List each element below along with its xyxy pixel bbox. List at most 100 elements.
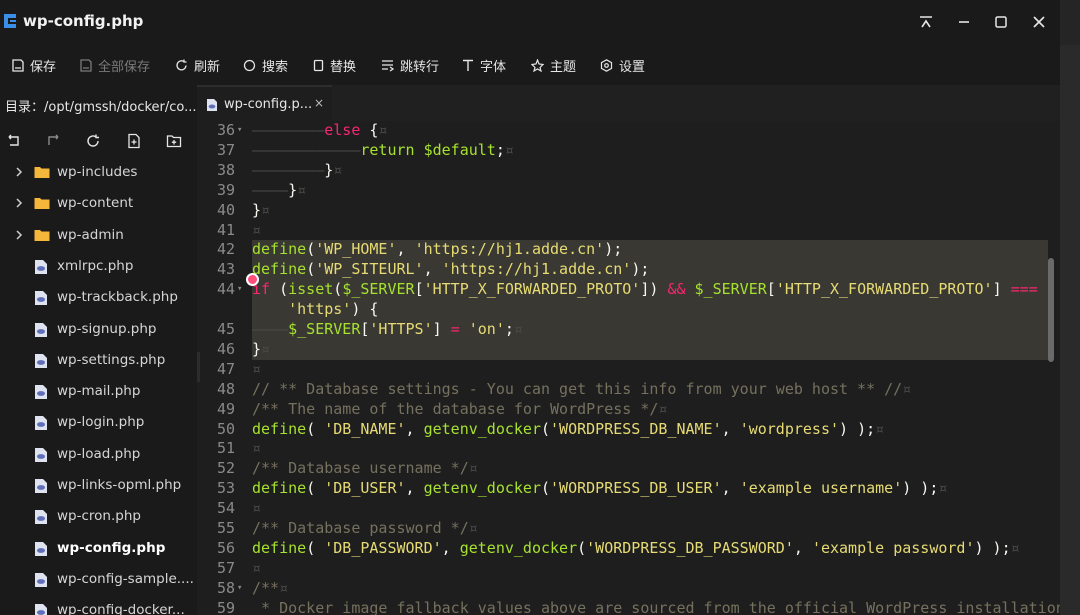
code-token: ]) xyxy=(640,280,668,299)
close-window-button[interactable] xyxy=(1027,10,1051,34)
pin-button[interactable] xyxy=(914,10,938,34)
code-line[interactable]: 51 ¤ xyxy=(200,439,1060,459)
code-line[interactable]: 52 /** Database username */¤ xyxy=(200,459,1060,479)
code-text: define('WP_SITEURL', 'https://hj1.adde.c… xyxy=(252,260,649,280)
tree-file-wp-settings[interactable]: wp-settings.php xyxy=(0,345,197,376)
code-line[interactable]: 58 ▾ /**¤ xyxy=(200,579,1060,599)
code-line[interactable]: 'https') { xyxy=(200,300,1060,320)
new-folder-icon[interactable] xyxy=(166,133,182,149)
code-token: [ xyxy=(414,280,424,299)
tree-file-xmlrpc[interactable]: xmlrpc.php xyxy=(0,251,197,282)
code-token: 'DB_NAME' xyxy=(324,419,406,438)
code-line[interactable]: 40}¤ xyxy=(200,201,1060,221)
code-line[interactable]: 55 /** Database password */¤ xyxy=(200,519,1060,539)
settings-button[interactable]: 设置 xyxy=(600,55,645,75)
tree-file-wp-config[interactable]: wp-config.php xyxy=(0,533,197,564)
code-line[interactable]: 38 ————————}¤ xyxy=(200,161,1060,181)
tab-wp-config[interactable]: wp-config.p... × xyxy=(197,85,332,121)
back-icon[interactable] xyxy=(6,133,22,149)
code-line[interactable]: 49 /** The name of the database for WordP… xyxy=(200,400,1060,420)
tree-folder-wp-includes[interactable]: wp-includes xyxy=(0,157,197,188)
code-line[interactable]: 57 ¤ xyxy=(200,559,1060,579)
chevron-right-icon xyxy=(16,230,23,240)
code-line[interactable]: 47 ¤ xyxy=(200,360,1060,380)
code-line[interactable]: 53 define( 'DB_USER', getenv_docker('WORD… xyxy=(200,479,1060,499)
tree-file-wp-load[interactable]: wp-load.php xyxy=(0,439,197,470)
code-line[interactable]: 46}¤ xyxy=(200,340,1060,360)
code-editor[interactable]: 36 ▾ ————————else {¤ 37 ————————————return $… xyxy=(200,121,1060,615)
forward-icon[interactable] xyxy=(45,133,61,149)
theme-icon xyxy=(531,58,544,72)
vertical-scrollbar[interactable] xyxy=(1048,258,1054,362)
code-line[interactable]: 43 define('WP_SITEURL', 'https://hj1.adde… xyxy=(200,260,1060,280)
code-text: define( 'DB_USER', getenv_docker('WORDPR… xyxy=(252,479,947,499)
code-line[interactable]: 41 ¤ xyxy=(200,221,1060,241)
code-token: $_SERVER xyxy=(288,320,361,338)
code-token: define xyxy=(252,240,307,259)
save-all-button[interactable]: 全部保存 xyxy=(80,55,150,75)
tree-item-label: wp-includes xyxy=(57,164,138,180)
code-line[interactable]: 36 ▾ ————————else {¤ xyxy=(200,121,1060,141)
tree-file-wp-cron[interactable]: wp-cron.php xyxy=(0,501,197,532)
code-text: ————————else {¤ xyxy=(252,121,387,141)
tree-file-wp-trackback[interactable]: wp-trackback.php xyxy=(0,282,197,313)
tree-folder-wp-content[interactable]: wp-content xyxy=(0,188,197,219)
code-token: 'WP_HOME' xyxy=(315,240,397,259)
goto-line-icon xyxy=(382,59,394,72)
code-text: ¤ xyxy=(252,221,261,241)
settings-icon xyxy=(600,58,613,72)
tree-file-wp-links-opml[interactable]: wp-links-opml.php xyxy=(0,470,197,501)
line-number: 42 xyxy=(216,240,235,259)
code-line[interactable]: 54 ¤ xyxy=(200,499,1060,519)
tree-file-wp-login[interactable]: wp-login.php xyxy=(0,407,197,438)
php-file-icon xyxy=(35,353,47,368)
code-token: ] xyxy=(432,320,451,338)
refresh-button[interactable]: 刷新 xyxy=(175,55,220,75)
close-icon xyxy=(1033,16,1045,28)
code-line[interactable]: 59 * Docker image fallback values above … xyxy=(200,599,1060,615)
code-token: ¤ xyxy=(279,578,289,597)
toolbar: 保存 全部保存 刷新 搜索 替换 跳转行 字体 主题 设置 xyxy=(0,45,1060,85)
maximize-button[interactable] xyxy=(989,10,1013,34)
minimize-button[interactable] xyxy=(952,10,976,34)
code-line[interactable]: 44 ▾ if (isset($_SERVER['HTTP_X_FORWARDED_… xyxy=(200,280,1060,300)
code-line[interactable]: 56 define( 'DB_PASSWORD', getenv_docker('… xyxy=(200,539,1060,559)
replace-button[interactable]: 替换 xyxy=(313,55,356,75)
fold-arrow-icon[interactable]: ▾ xyxy=(237,280,242,300)
new-file-icon[interactable] xyxy=(126,133,142,149)
fold-arrow-icon[interactable]: ▾ xyxy=(237,579,242,599)
tree-item-label: wp-cron.php xyxy=(57,508,141,525)
code-token: ¤ xyxy=(261,200,271,219)
fold-arrow-icon[interactable]: ▾ xyxy=(237,121,242,141)
font-button[interactable]: 字体 xyxy=(462,55,506,75)
tree-file-wp-mail[interactable]: wp-mail.php xyxy=(0,376,197,407)
tab-close-icon[interactable]: × xyxy=(314,96,324,110)
folder-icon xyxy=(34,229,50,241)
code-line[interactable]: 45 ————$_SERVER['HTTPS'] = 'on';¤ xyxy=(200,320,1060,340)
code-line[interactable]: 48 // ** Database settings - You can get … xyxy=(200,380,1060,400)
code-line[interactable]: 42 define('WP_HOME', 'https://hj1.adde.cn… xyxy=(200,240,1060,260)
tree-file-wp-signup[interactable]: wp-signup.php xyxy=(0,314,197,345)
code-line[interactable]: 39 ————}¤ xyxy=(200,181,1060,201)
code-token: ( xyxy=(541,479,551,498)
goto-line-button[interactable]: 跳转行 xyxy=(381,55,439,75)
code-line[interactable]: 50 define( 'DB_NAME', getenv_docker('WORD… xyxy=(200,420,1060,440)
search-button[interactable]: 搜索 xyxy=(243,55,288,75)
code-line[interactable]: 37 ————————————return $default;¤ xyxy=(200,141,1060,161)
tree-item-label: wp-config-docker... xyxy=(57,602,185,615)
save-all-label: 全部保存 xyxy=(98,59,151,75)
theme-button[interactable]: 主题 xyxy=(531,55,576,75)
save-button[interactable]: 保存 xyxy=(12,55,56,75)
line-number: 59 xyxy=(216,598,235,615)
refresh-tree-icon[interactable] xyxy=(85,133,101,149)
tree-file-wp-config-docker[interactable]: wp-config-docker... xyxy=(0,595,197,615)
line-number: 40 xyxy=(216,200,235,219)
tree-file-wp-config-sample[interactable]: wp-config-sample.... xyxy=(0,564,197,595)
code-token: ( xyxy=(306,538,325,557)
breakpoint-marker[interactable] xyxy=(246,273,259,286)
php-file-icon xyxy=(207,99,217,111)
code-token: ¤ xyxy=(252,220,262,239)
tree-folder-wp-admin[interactable]: wp-admin xyxy=(0,220,197,251)
